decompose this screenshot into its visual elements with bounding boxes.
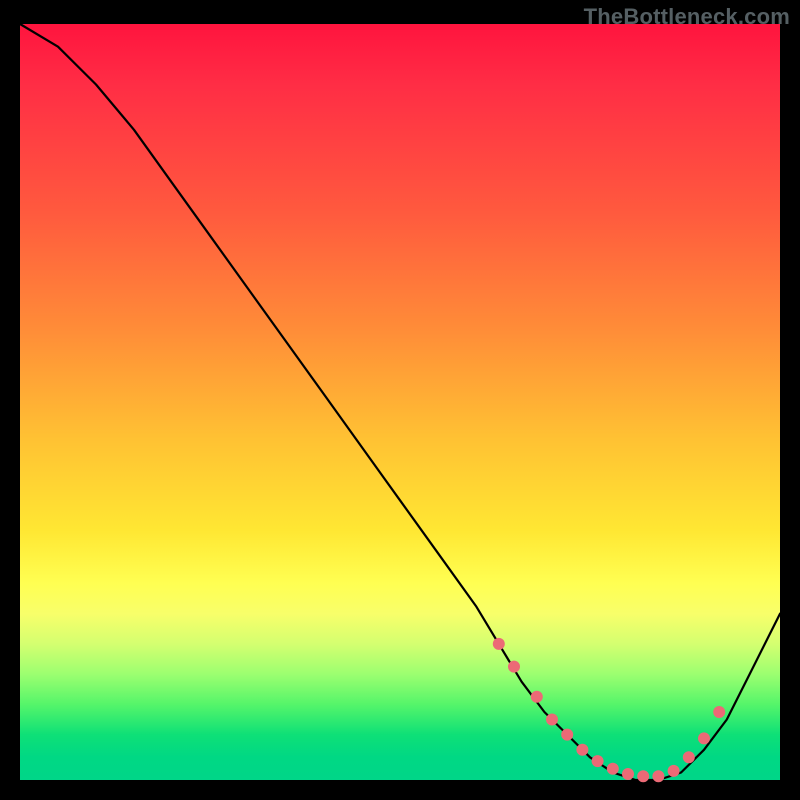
marker-dot (637, 770, 649, 782)
marker-dot (592, 755, 604, 767)
main-curve (20, 24, 780, 780)
marker-dot (508, 661, 520, 673)
watermark-label: TheBottleneck.com (584, 4, 790, 30)
marker-dot (622, 768, 634, 780)
marker-dots (493, 638, 725, 782)
marker-dot (683, 751, 695, 763)
curve-layer (20, 24, 780, 780)
chart-frame: TheBottleneck.com (0, 0, 800, 800)
marker-dot (546, 714, 558, 726)
marker-dot (668, 765, 680, 777)
marker-dot (493, 638, 505, 650)
marker-dot (561, 729, 573, 741)
marker-dot (576, 744, 588, 756)
marker-dot (607, 763, 619, 775)
marker-dot (531, 691, 543, 703)
marker-dot (713, 706, 725, 718)
marker-dot (698, 732, 710, 744)
marker-dot (652, 770, 664, 782)
